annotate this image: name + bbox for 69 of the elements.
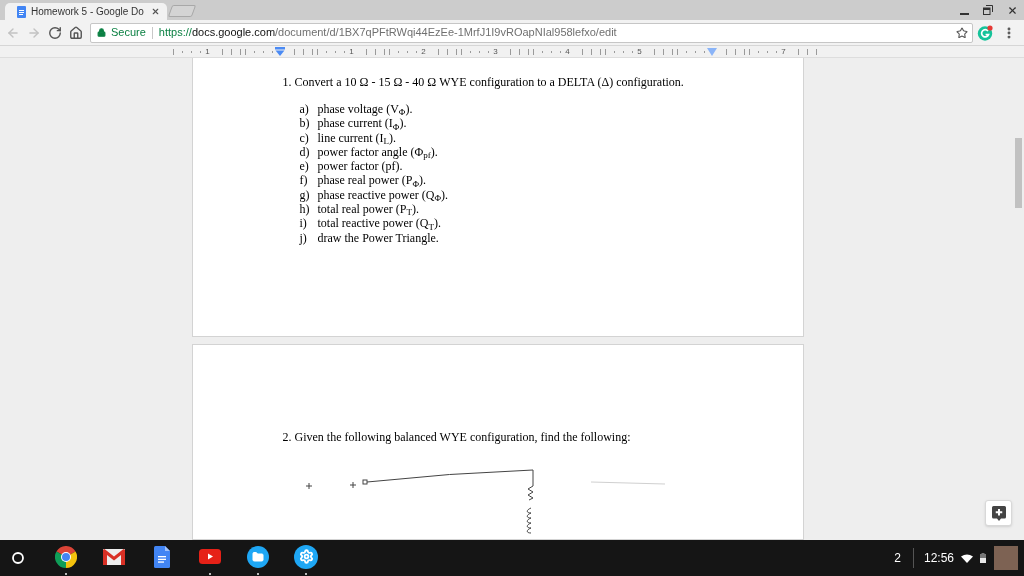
list-item-text: power factor angle (Φ$_{pf}$). bbox=[317, 144, 438, 160]
list-marker: e) bbox=[299, 159, 310, 174]
close-tab-icon[interactable] bbox=[151, 7, 160, 16]
forward-arrow-icon bbox=[26, 25, 41, 40]
comment-plus-icon bbox=[991, 505, 1006, 521]
ruler-ticks-drawing bbox=[605, 48, 633, 55]
lock-icon bbox=[97, 28, 106, 37]
notification-count[interactable]: 2 bbox=[894, 549, 901, 567]
restore-icon bbox=[983, 5, 993, 15]
ruler-ticks-drawing bbox=[533, 48, 561, 55]
ruler-number: 4 bbox=[565, 47, 570, 56]
ruler-number: 2 bbox=[421, 47, 426, 56]
settings-icon bbox=[294, 544, 318, 569]
minimize-icon bbox=[959, 12, 969, 15]
list-marker: g) bbox=[299, 187, 311, 203]
url-text: https://docs.google.com/document/d/1BX7qPFtRWqi44EzEe-1MrfJ1I9vROapNIal958lefxo/edit bbox=[158, 25, 617, 41]
ruler-ticks-drawing bbox=[245, 48, 273, 55]
list-marker: h) bbox=[299, 202, 311, 217]
list-marker: j) bbox=[299, 230, 308, 245]
list-marker: d) bbox=[299, 144, 311, 160]
back-arrow-icon bbox=[5, 25, 20, 40]
list-item-text: phase current (I$_{Φ}$). bbox=[317, 116, 407, 131]
document-icon bbox=[17, 5, 26, 18]
indent-marker-icon[interactable] bbox=[274, 47, 285, 56]
list-item-text: phase voltage (V$_{Φ}$). bbox=[317, 102, 413, 117]
list-marker: f) bbox=[299, 173, 309, 188]
list-marker: i) bbox=[299, 216, 308, 231]
home-icon bbox=[68, 25, 83, 40]
extension-icon bbox=[977, 24, 993, 41]
list-item-text: total real power (P$_{T}$). bbox=[317, 202, 419, 217]
ruler-number: 5 bbox=[637, 47, 642, 56]
list-item-text: phase reactive power (Q$_{Φ}$). bbox=[317, 187, 449, 203]
ruler-ticks-drawing bbox=[749, 48, 777, 55]
ruler-number: 7 bbox=[781, 47, 786, 56]
folder-icon bbox=[247, 545, 269, 568]
ruler-number: 1 bbox=[205, 47, 210, 56]
list-marker: c) bbox=[299, 130, 310, 145]
add-comment-button[interactable] bbox=[985, 500, 1012, 526]
list-marker: b) bbox=[299, 116, 311, 131]
wifi-icon bbox=[961, 553, 973, 563]
ruler-number: 1 bbox=[349, 47, 354, 56]
launcher-circle-icon bbox=[12, 552, 24, 564]
address-bar[interactable]: Secure https://docs.google.com/document/d/1BX7qPFtRWqi44EzEe-1MrfJ1I9vROapNIal958lefxo/edit bbox=[90, 22, 973, 43]
battery-icon bbox=[980, 553, 986, 563]
security-label: Secure bbox=[111, 25, 146, 41]
ruler-ticks-drawing bbox=[317, 48, 345, 55]
list-item-text: line current (I$_{L}$). bbox=[317, 130, 396, 145]
tricolor-circle-icon bbox=[55, 545, 77, 568]
browser-tab[interactable]: Homework 5 - Google Do bbox=[5, 3, 167, 20]
reload-icon bbox=[47, 25, 62, 40]
clock-time[interactable]: 12:56 bbox=[923, 549, 954, 567]
list-item-text: draw the Power Triangle. bbox=[317, 230, 439, 245]
document-icon bbox=[154, 545, 170, 568]
ruler-ticks-drawing bbox=[389, 48, 417, 55]
scrollbar-thumb[interactable] bbox=[1015, 138, 1022, 208]
bookmark-star-icon[interactable] bbox=[956, 26, 968, 39]
question-text: 1. Convert a 10 Ω - 15 Ω - 40 Ω WYE configuration to a DELTA (Δ) configuration. bbox=[282, 75, 685, 89]
ruler-ticks-drawing bbox=[677, 48, 705, 55]
list-item-text: total reactive power (Q$_{T}$). bbox=[317, 216, 441, 231]
list-item-text: phase real power (P$_{Φ}$). bbox=[317, 173, 427, 188]
list-marker: a) bbox=[299, 102, 310, 117]
ruler-ticks-drawing bbox=[173, 48, 201, 55]
list-item-text: power factor (pf). bbox=[317, 159, 403, 174]
mail-icon bbox=[103, 548, 125, 565]
ruler-number: 3 bbox=[493, 47, 498, 56]
play-icon bbox=[199, 549, 221, 564]
close-icon bbox=[1006, 4, 1018, 16]
question-text: 2. Given the following balanced WYE configuration, find the following: bbox=[282, 430, 632, 444]
ruler-ticks-drawing bbox=[461, 48, 489, 55]
